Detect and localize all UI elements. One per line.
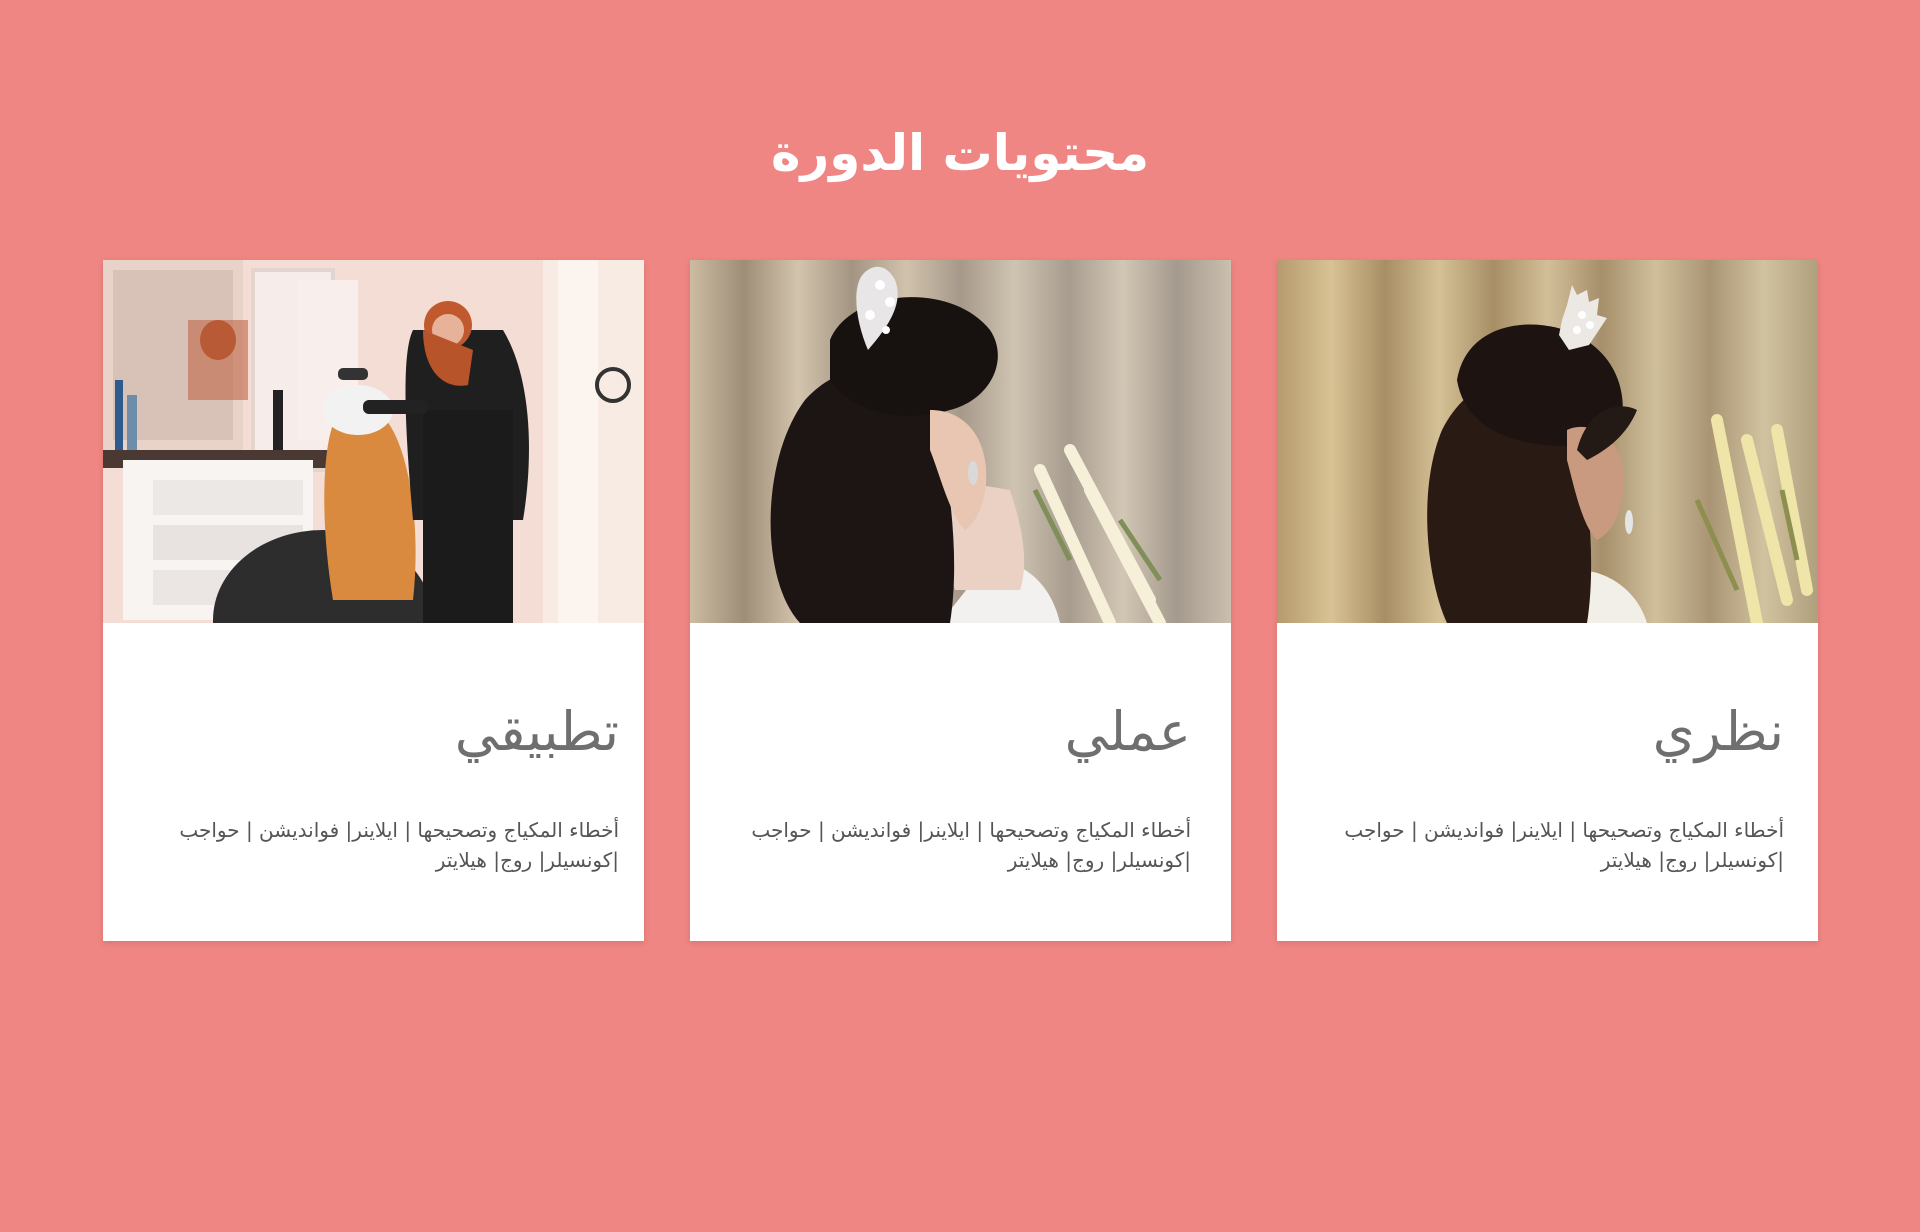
card-practical: عملي أخطاء المكياج وتصحيحها | ايلاينر| ف… <box>690 260 1231 941</box>
card-theoretical: نظري أخطاء المكياج وتصحيحها | ايلاينر| ف… <box>1277 260 1818 941</box>
card-description: أخطاء المكياج وتصحيحها | ايلاينر| فواندی… <box>751 818 1191 872</box>
card-title: تطبيقي <box>454 700 619 763</box>
course-content-cards: تطبيقي أخطاء المكياج وتصحيحها | ايلاينر|… <box>103 260 1819 941</box>
card-applied: تطبيقي أخطاء المكياج وتصحيحها | ايلاينر|… <box>103 260 644 941</box>
bridal-hairstyle-image <box>690 260 1231 623</box>
card-title: عملي <box>1064 700 1191 763</box>
bridal-updo-image <box>1277 260 1818 623</box>
card-description: أخطاء المكياج وتصحيحها | ايلاينر| فواندی… <box>179 818 619 872</box>
page-title: محتويات الدورة <box>770 124 1150 182</box>
hair-coloring-image <box>103 260 644 623</box>
card-description: أخطاء المكياج وتصحيحها | ايلاينر| فواندی… <box>1344 818 1784 872</box>
card-title: نظري <box>1652 700 1784 763</box>
